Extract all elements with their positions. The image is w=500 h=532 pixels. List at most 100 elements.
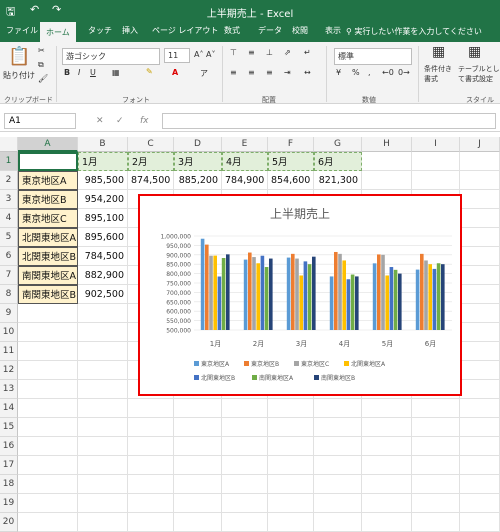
empty-cell[interactable] [18,380,78,399]
cell[interactable]: 895,100 [78,209,128,228]
empty-cell[interactable] [460,418,500,437]
insert-function-icon[interactable]: fx [140,116,149,126]
empty-cell[interactable] [412,399,460,418]
empty-cell[interactable] [174,418,222,437]
empty-cell[interactable] [460,342,500,361]
tab-data[interactable]: データ [258,25,282,36]
row-header[interactable]: 20 [0,513,18,532]
empty-cell[interactable] [78,399,128,418]
row-header[interactable]: 18 [0,475,18,494]
cell[interactable]: 北関東地区B [18,247,78,266]
cell[interactable]: 東京地区B [18,190,78,209]
row-header[interactable]: 6 [0,247,18,266]
paste-icon[interactable]: 📋 [8,46,30,67]
empty-cell[interactable] [268,418,314,437]
row-header[interactable]: 10 [0,323,18,342]
row-header[interactable]: 2 [0,171,18,190]
cell[interactable]: 南関東地区B [18,285,78,304]
empty-cell[interactable] [460,285,500,304]
column-header[interactable]: G [314,137,362,152]
empty-cell[interactable] [222,437,268,456]
empty-cell[interactable] [18,513,78,532]
empty-cell[interactable] [314,475,362,494]
empty-cell[interactable] [174,456,222,475]
border-icon[interactable]: ▦ [112,68,120,77]
conditional-format-button[interactable]: 条件付き書式 [424,64,458,84]
cell[interactable]: 954,200 [78,190,128,209]
row-header[interactable]: 1 [0,152,18,171]
empty-cell[interactable] [412,513,460,532]
column-header[interactable]: H [362,137,412,152]
name-box[interactable]: A1 [4,113,76,129]
empty-cell[interactable] [222,475,268,494]
column-header[interactable]: E [222,137,268,152]
empty-cell[interactable] [18,437,78,456]
empty-cell[interactable] [78,456,128,475]
currency-icon[interactable]: ¥ [336,68,341,77]
empty-cell[interactable] [222,494,268,513]
empty-cell[interactable] [78,437,128,456]
empty-cell[interactable] [268,456,314,475]
empty-cell[interactable] [460,323,500,342]
column-header[interactable]: F [268,137,314,152]
empty-cell[interactable] [174,494,222,513]
increase-decimal-icon[interactable]: ←0 [382,68,394,77]
cell[interactable]: 4月 [222,152,268,171]
tab-insert[interactable]: 挿入 [122,25,138,36]
empty-cell[interactable] [412,494,460,513]
align-bottom-icon[interactable]: ⊥ [266,48,273,57]
cell[interactable] [18,152,78,171]
cell[interactable]: 6月 [314,152,362,171]
row-header[interactable]: 16 [0,437,18,456]
empty-cell[interactable] [268,437,314,456]
empty-cell[interactable] [78,304,128,323]
empty-cell[interactable] [362,456,412,475]
empty-cell[interactable] [268,494,314,513]
empty-cell[interactable] [78,323,128,342]
row-header[interactable]: 3 [0,190,18,209]
empty-cell[interactable] [412,456,460,475]
empty-cell[interactable] [174,513,222,532]
column-header[interactable]: J [460,137,500,152]
grow-font-icon[interactable]: A˄ [194,50,203,59]
empty-cell[interactable] [268,475,314,494]
empty-cell[interactable] [412,437,460,456]
empty-cell[interactable] [128,437,174,456]
cell[interactable]: 5月 [268,152,314,171]
empty-cell[interactable] [18,494,78,513]
empty-cell[interactable] [460,247,500,266]
enter-icon[interactable]: ✓ [116,116,124,126]
cell[interactable]: 854,600 [268,171,314,190]
font-size-select[interactable]: 11 [164,48,190,63]
empty-cell[interactable] [174,399,222,418]
indent-icon[interactable]: ⇥ [284,68,291,77]
empty-cell[interactable] [268,513,314,532]
row-header[interactable]: 5 [0,228,18,247]
empty-cell[interactable] [460,171,500,190]
bold-icon[interactable]: B [64,68,70,77]
cell[interactable]: 784,900 [222,171,268,190]
align-top-icon[interactable]: ⊤ [230,48,237,57]
empty-cell[interactable] [18,456,78,475]
empty-cell[interactable] [362,418,412,437]
font-name-select[interactable]: 游ゴシック [62,48,160,65]
empty-cell[interactable] [362,513,412,532]
empty-cell[interactable] [18,342,78,361]
empty-cell[interactable] [314,456,362,475]
empty-cell[interactable] [460,456,500,475]
empty-cell[interactable] [460,475,500,494]
cell[interactable]: 東京地区C [18,209,78,228]
copy-icon[interactable]: ⧉ [38,60,44,70]
font-color-icon[interactable]: A [172,68,178,77]
empty-cell[interactable] [362,152,412,171]
empty-cell[interactable] [362,475,412,494]
empty-cell[interactable] [314,494,362,513]
comma-icon[interactable]: , [368,68,371,77]
cell[interactable]: 南関東地区A [18,266,78,285]
empty-cell[interactable] [460,190,500,209]
empty-cell[interactable] [128,513,174,532]
shrink-font-icon[interactable]: A˅ [206,50,215,59]
italic-icon[interactable]: I [78,68,80,77]
cancel-icon[interactable]: ✕ [96,116,104,126]
percent-icon[interactable]: % [352,68,360,77]
